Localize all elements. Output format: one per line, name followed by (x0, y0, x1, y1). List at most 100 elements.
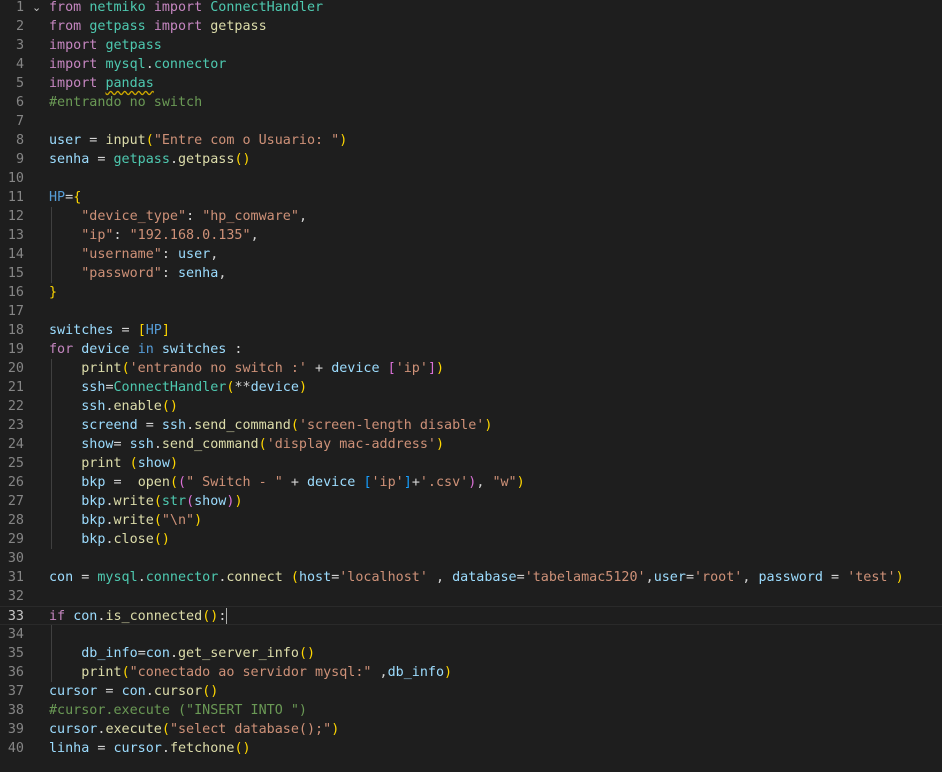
code-text: "device_type": "hp_comware", (49, 207, 307, 226)
code-line[interactable]: 2 from getpass import getpass (0, 17, 942, 36)
code-text: if con.is_connected(): (49, 607, 228, 626)
code-line[interactable]: 16} (0, 283, 942, 302)
code-line[interactable]: 9 senha = getpass.getpass() (0, 150, 942, 169)
code-token: db_info (387, 665, 445, 680)
code-token: = (137, 418, 162, 433)
code-line[interactable]: 21 ssh=ConnectHandler(**device) (0, 378, 942, 397)
code-text: import getpass (49, 36, 162, 55)
code-line[interactable]: 23 screend = ssh.send_command('screen-le… (0, 416, 942, 435)
code-line[interactable]: 38 #cursor.execute ("INSERT INTO ") (0, 701, 942, 720)
code-line[interactable]: 33 if con.is_connected(): (0, 606, 942, 625)
code-line[interactable]: 19 for device in switches : (0, 340, 942, 359)
code-line[interactable]: 31 con = mysql.connector.connect (host='l… (0, 568, 942, 587)
line-number: 39 (7, 722, 24, 737)
code-line[interactable]: 17 (0, 302, 942, 321)
code-line[interactable]: 20 print('entrando no switch :' + device… (0, 359, 942, 378)
code-token: close (113, 532, 154, 547)
code-line[interactable]: 22 ssh.enable() (0, 397, 942, 416)
code-token: ) (339, 133, 348, 148)
code-token: 'tabelamac5120' (524, 570, 646, 585)
code-text: screend = ssh.send_command('screen-lengt… (49, 416, 492, 435)
code-line[interactable]: 25 print (show) (0, 454, 942, 473)
code-line[interactable]: 11 HP={ (0, 188, 942, 207)
code-line[interactable]: 12 "device_type": "hp_comware", (0, 207, 942, 226)
line-number: 7 (15, 114, 24, 129)
code-token: 'screen-length disable' (298, 418, 485, 433)
code-token: cursor (153, 684, 203, 699)
code-token: database (452, 570, 517, 585)
code-line[interactable]: 40 linha = cursor.fetchone() (0, 739, 942, 758)
code-token: " Switch - " (186, 475, 283, 490)
code-line[interactable]: 35 db_info=con.get_server_info() (0, 644, 942, 663)
line-number: 24 (7, 437, 24, 452)
code-text: linha = cursor.fetchone() (49, 739, 251, 758)
code-token: ConnectHandler (113, 380, 227, 395)
code-line[interactable]: 32 (0, 587, 942, 606)
code-editor[interactable]: 1 ⌄ from netmiko import ConnectHandler 2 fro… (0, 0, 942, 772)
code-line[interactable]: 15 "password": senha, (0, 264, 942, 283)
code-line[interactable]: 28 bkp.write("\n") (0, 511, 942, 530)
code-line[interactable]: 24 show= ssh.send_command('display mac-a… (0, 435, 942, 454)
code-line[interactable]: 5 import pandas (0, 74, 942, 93)
code-token: , (250, 228, 259, 243)
code-token: switches (49, 323, 114, 338)
code-token: ( (186, 494, 195, 509)
code-line[interactable]: 27 bkp.write(str(show)) (0, 492, 942, 511)
code-token: , (210, 247, 219, 262)
code-text: import mysql.connector (49, 55, 226, 74)
code-line[interactable]: 26 bkp = open((" Switch - " + device ['i… (0, 473, 942, 492)
code-token: pandas (105, 76, 154, 91)
code-token: bkp (81, 513, 106, 528)
code-line[interactable]: 6 #entrando no switch (0, 93, 942, 112)
code-line[interactable]: 14 "username": user, (0, 245, 942, 264)
code-token: ) (194, 513, 203, 528)
code-token: 'ip' (371, 475, 404, 490)
code-line[interactable]: 36 print("conectado ao servidor mysql:" … (0, 663, 942, 682)
code-line[interactable]: 13 "ip": "192.168.0.135", (0, 226, 942, 245)
code-token: () (202, 609, 219, 624)
code-token: = (823, 570, 848, 585)
code-line[interactable]: 39 cursor.execute("select database();") (0, 720, 942, 739)
code-token: fetchone (169, 741, 235, 756)
code-line[interactable]: 10 (0, 169, 942, 188)
code-token: show (194, 494, 227, 509)
line-number: 33 (7, 609, 24, 624)
line-number: 34 (7, 627, 24, 642)
code-line[interactable]: 29 bkp.close() (0, 530, 942, 549)
code-token: + (282, 475, 307, 490)
code-line[interactable]: 3 import getpass (0, 36, 942, 55)
code-line[interactable]: 18 switches = [HP] (0, 321, 942, 340)
code-line[interactable]: 4 import mysql.connector (0, 55, 942, 74)
code-line[interactable]: 1 ⌄ from netmiko import ConnectHandler (0, 0, 942, 17)
text-cursor (226, 608, 228, 624)
code-line[interactable]: 34 (0, 625, 942, 644)
code-line[interactable]: 8 user = input("Entre com o Usuario: ") (0, 131, 942, 150)
code-token: get_server_info (178, 646, 299, 661)
line-number: 16 (7, 285, 24, 300)
code-token: getpass (105, 38, 162, 53)
fold-chevron-icon[interactable]: ⌄ (32, 0, 41, 17)
code-token: #cursor.execute ("INSERT INTO ") (49, 703, 307, 718)
code-token: : (218, 609, 227, 624)
code-token: () (153, 532, 170, 547)
code-token: "select database();" (169, 722, 332, 737)
code-line[interactable]: 37 cursor = con.cursor() (0, 682, 942, 701)
code-line[interactable]: 7 (0, 112, 942, 131)
code-line[interactable]: 30 (0, 549, 942, 568)
code-token: , (645, 570, 654, 585)
code-token: #entrando no switch (49, 95, 203, 110)
code-token: 'localhost' (339, 570, 428, 585)
code-text: HP={ (49, 188, 81, 207)
code-token: ( (153, 513, 162, 528)
code-token: senha (178, 266, 219, 281)
code-token: . (153, 437, 162, 452)
code-token: from (49, 19, 82, 34)
line-number: 25 (7, 456, 24, 471)
code-token: "hp_comware" (202, 209, 299, 224)
